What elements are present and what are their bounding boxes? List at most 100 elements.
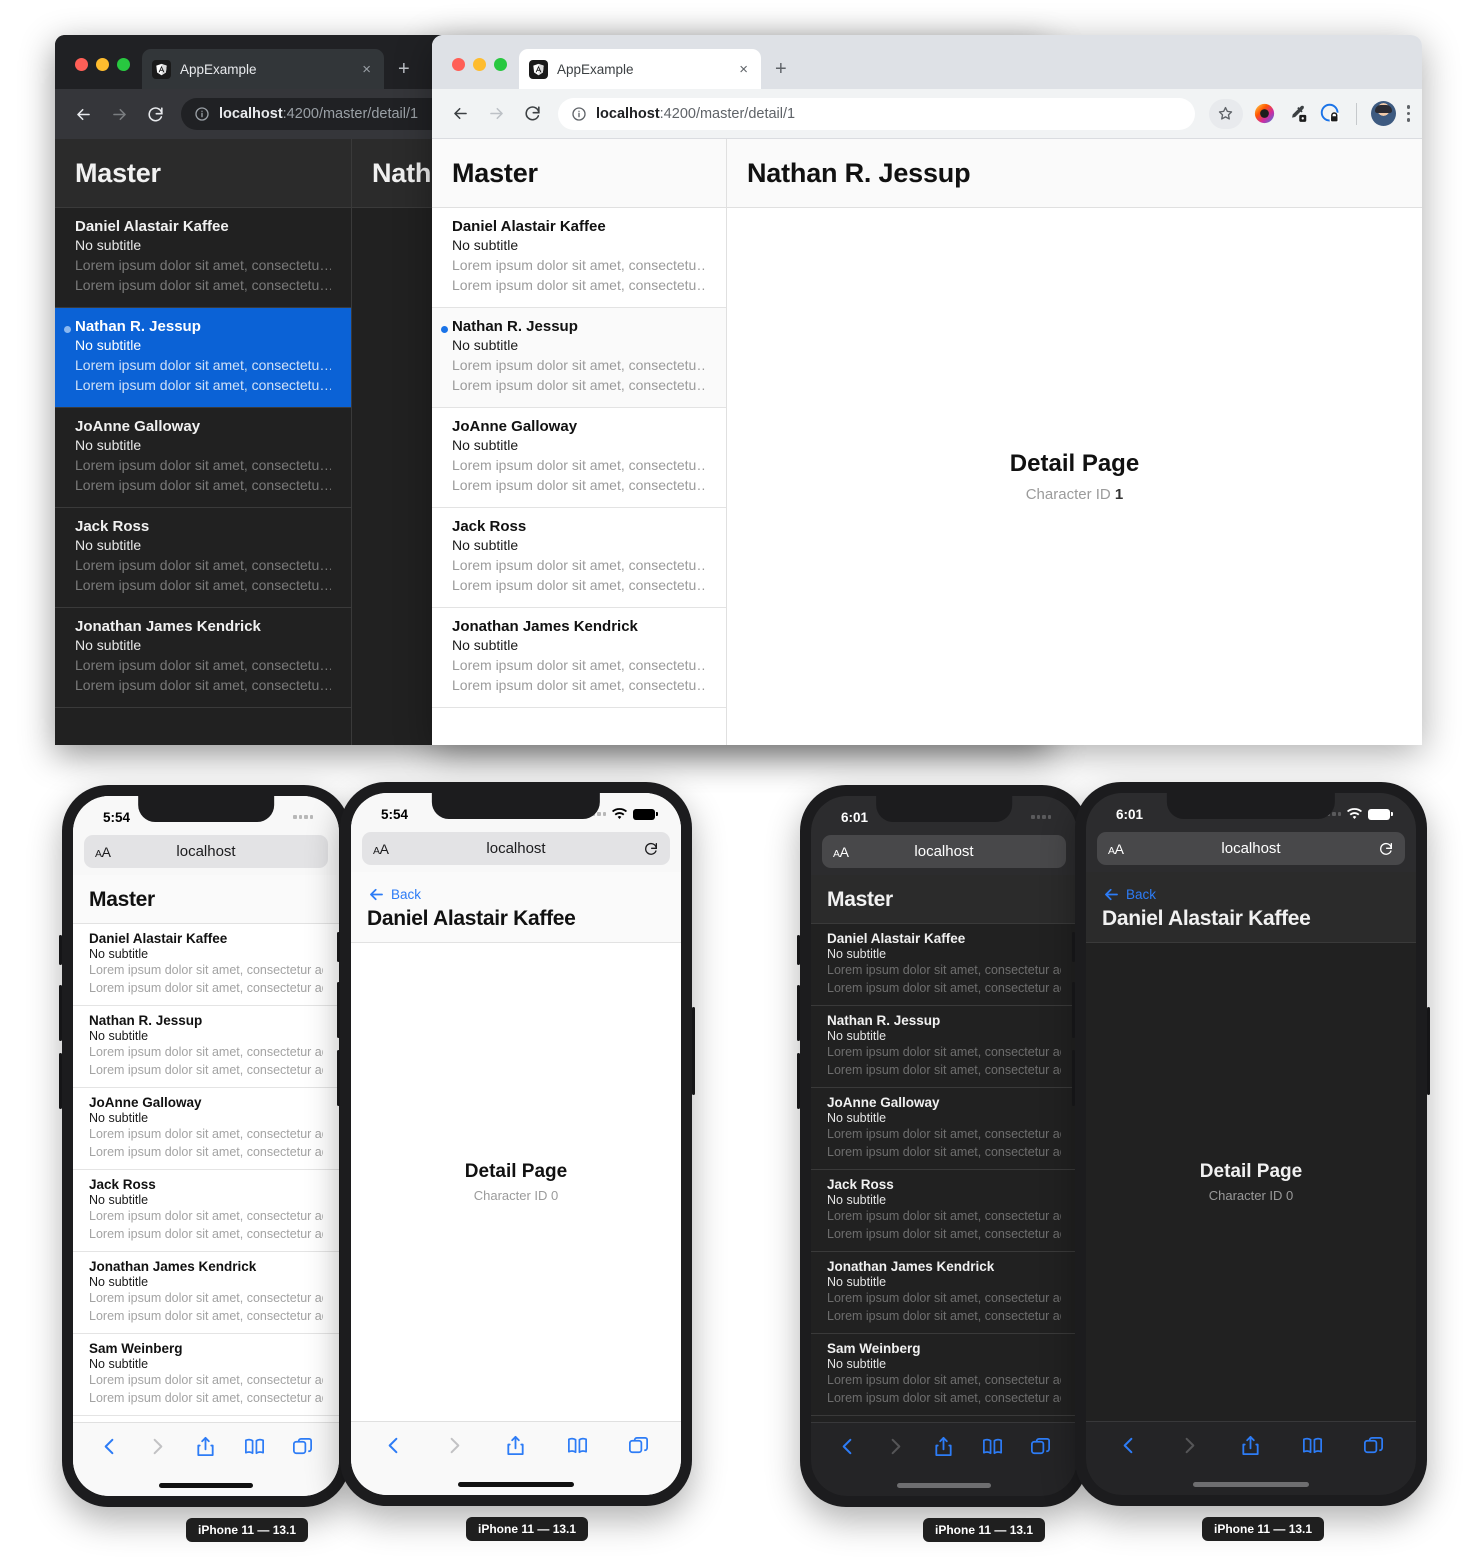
iphone-simulator-light-master[interactable]: 5:54 AA localhost Master Daniel Alastair… (59, 785, 353, 1507)
list-item[interactable]: JoAnne Galloway No subtitle Lorem ipsum … (432, 408, 726, 508)
safari-bookmarks-icon[interactable] (243, 1435, 266, 1463)
list-item[interactable]: Jonathan James Kendrick No subtitle Lore… (73, 1252, 339, 1334)
mute-switch[interactable] (1072, 932, 1075, 962)
list-item[interactable]: Nathan R. Jessup No subtitle Lorem ipsum… (811, 1006, 1077, 1088)
text-size-aa-icon[interactable]: AA (833, 844, 849, 860)
safari-back-icon[interactable] (382, 1434, 405, 1462)
list-item[interactable]: JoAnne Galloway No subtitle Lorem ipsum … (55, 408, 351, 508)
list-item[interactable]: Sam Weinberg No subtitle Lorem ipsum dol… (811, 1334, 1077, 1416)
reload-icon[interactable] (516, 98, 548, 130)
safari-address-bar[interactable]: AA localhost (811, 832, 1077, 875)
browser-tab[interactable]: AppExample × (519, 49, 761, 89)
forward-icon[interactable] (480, 98, 512, 130)
maximize-window-button[interactable] (494, 58, 507, 71)
back-icon[interactable] (67, 98, 99, 130)
safari-tabs-icon[interactable] (627, 1434, 650, 1462)
iphone-simulator-dark-master[interactable]: 6:01 AA localhost Master Daniel Alastair… (797, 785, 1091, 1507)
new-tab-button[interactable]: + (384, 59, 424, 89)
text-size-aa-icon[interactable]: AA (1108, 841, 1124, 857)
safari-back-icon[interactable] (98, 1435, 121, 1463)
star-icon[interactable] (1208, 98, 1243, 129)
browser-window-light[interactable]: AppExample × + localhost:4200/master/det… (432, 35, 1422, 745)
mute-switch[interactable] (797, 935, 800, 965)
volume-up-button[interactable] (337, 982, 340, 1038)
minimize-window-button[interactable] (96, 58, 109, 71)
list-item[interactable]: Sam Weinberg No subtitle Lorem ipsum dol… (73, 1334, 339, 1416)
mute-switch[interactable] (59, 935, 62, 965)
close-tab-icon[interactable]: × (736, 62, 751, 77)
reload-icon[interactable] (1378, 841, 1394, 857)
text-size-aa-icon[interactable]: AA (95, 844, 111, 860)
window-traffic-lights[interactable] (71, 58, 142, 89)
minimize-window-button[interactable] (473, 58, 486, 71)
list-item[interactable]: JoAnne Galloway No subtitle Lorem ipsum … (811, 1088, 1077, 1170)
back-link[interactable]: Back (1102, 885, 1400, 904)
reload-icon[interactable] (643, 841, 659, 857)
safari-share-icon[interactable] (504, 1434, 527, 1462)
safari-url-field[interactable]: AA localhost (84, 835, 328, 868)
eyedropper-icon[interactable] (1287, 103, 1309, 125)
safari-bookmarks-icon[interactable] (981, 1435, 1004, 1463)
browser-tab[interactable]: AppExample × (142, 49, 384, 89)
safari-back-icon[interactable] (836, 1435, 859, 1463)
safari-share-icon[interactable] (932, 1435, 955, 1463)
safari-url-field[interactable]: AA localhost (822, 835, 1066, 868)
list-item[interactable]: Jonathan James Kendrick No subtitle Lore… (432, 608, 726, 708)
back-link[interactable]: Back (367, 885, 665, 904)
volume-down-button[interactable] (1072, 1050, 1075, 1106)
volume-down-button[interactable] (797, 1053, 800, 1109)
list-item[interactable]: JoAnne Galloway No subtitle Lorem ipsum … (73, 1088, 339, 1170)
safari-url-field[interactable]: AA localhost (1097, 832, 1405, 865)
list-item[interactable]: Daniel Alastair Kaffee No subtitle Lorem… (432, 208, 726, 308)
list-item-selected[interactable]: Nathan R. Jessup No subtitle Lorem ipsum… (432, 308, 726, 408)
extension-color-icon[interactable] (1254, 103, 1276, 125)
address-bar[interactable]: localhost:4200/master/detail/1 (558, 97, 1195, 130)
list-item[interactable]: Jack Ross No subtitle Lorem ipsum dolor … (811, 1170, 1077, 1252)
safari-address-bar[interactable]: AA localhost (1086, 829, 1416, 872)
mute-switch[interactable] (337, 932, 340, 962)
maximize-window-button[interactable] (117, 58, 130, 71)
text-size-aa-icon[interactable]: AA (373, 841, 389, 857)
power-button[interactable] (692, 1007, 695, 1095)
volume-up-button[interactable] (797, 985, 800, 1041)
list-item[interactable]: Daniel Alastair Kaffee No subtitle Lorem… (811, 924, 1077, 1006)
safari-share-icon[interactable] (1239, 1434, 1262, 1462)
volume-up-button[interactable] (59, 985, 62, 1041)
safari-tabs-icon[interactable] (1029, 1435, 1052, 1463)
back-icon[interactable] (444, 98, 476, 130)
safari-bookmarks-icon[interactable] (1301, 1434, 1324, 1462)
list-item[interactable]: Daniel Alastair Kaffee No subtitle Lorem… (55, 208, 351, 308)
site-info-icon[interactable] (571, 106, 587, 122)
safari-url-field[interactable]: AA localhost (362, 832, 670, 865)
list-item[interactable]: Nathan R. Jessup No subtitle Lorem ipsum… (73, 1006, 339, 1088)
safari-bookmarks-icon[interactable] (566, 1434, 589, 1462)
power-button[interactable] (1427, 1007, 1430, 1095)
kebab-menu-icon[interactable] (1406, 105, 1410, 122)
iphone-simulator-dark-detail[interactable]: 6:01 AA localhost Back Daniel Alastair K… (1072, 782, 1430, 1506)
reload-icon[interactable] (139, 98, 171, 130)
safari-tabs-icon[interactable] (291, 1435, 314, 1463)
safari-share-icon[interactable] (194, 1435, 217, 1463)
safari-address-bar[interactable]: AA localhost (351, 829, 681, 872)
forward-icon[interactable] (103, 98, 135, 130)
safari-tabs-icon[interactable] (1362, 1434, 1385, 1462)
volume-down-button[interactable] (337, 1050, 340, 1106)
list-item[interactable]: Jonathan James Kendrick No subtitle Lore… (55, 608, 351, 708)
list-item[interactable]: Jack Ross No subtitle Lorem ipsum dolor … (432, 508, 726, 608)
volume-down-button[interactable] (59, 1053, 62, 1109)
new-tab-button[interactable]: + (761, 59, 801, 89)
list-item-selected[interactable]: Nathan R. Jessup No subtitle Lorem ipsum… (55, 308, 351, 408)
list-item[interactable]: Jack Ross No subtitle Lorem ipsum dolor … (55, 508, 351, 608)
privacy-lock-icon[interactable] (1320, 103, 1342, 125)
iphone-simulator-light-detail[interactable]: 5:54 AA localhost Back Daniel Alastair K… (337, 782, 695, 1506)
window-traffic-lights[interactable] (448, 58, 519, 89)
safari-back-icon[interactable] (1117, 1434, 1140, 1462)
close-window-button[interactable] (75, 58, 88, 71)
volume-up-button[interactable] (1072, 982, 1075, 1038)
list-item[interactable]: Daniel Alastair Kaffee No subtitle Lorem… (73, 924, 339, 1006)
safari-address-bar[interactable]: AA localhost (73, 832, 339, 875)
list-item[interactable]: Jack Ross No subtitle Lorem ipsum dolor … (73, 1170, 339, 1252)
close-tab-icon[interactable]: × (359, 62, 374, 77)
site-info-icon[interactable] (194, 106, 210, 122)
close-window-button[interactable] (452, 58, 465, 71)
